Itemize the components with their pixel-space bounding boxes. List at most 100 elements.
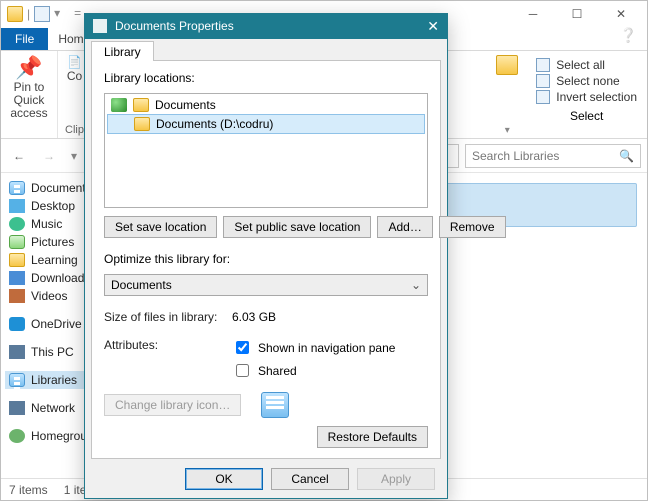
- checkbox-label: Shared: [258, 364, 297, 378]
- location-name: Documents (D:\codru): [156, 117, 273, 131]
- restore-defaults-button[interactable]: Restore Defaults: [317, 426, 428, 448]
- size-value: 6.03 GB: [232, 310, 276, 324]
- pin-label: Pin to Quick access: [9, 81, 49, 121]
- dialog-title: Documents Properties: [115, 19, 234, 33]
- properties-dialog: Documents Properties ✕ Library Library l…: [84, 13, 448, 499]
- help-icon[interactable]: ❔: [610, 21, 647, 50]
- back-button[interactable]: ←: [7, 144, 31, 168]
- library-big-icon: [261, 392, 289, 418]
- search-placeholder: Search Libraries: [472, 149, 559, 163]
- tab-library[interactable]: Library: [91, 41, 154, 61]
- group-label-clipboard: Clip: [65, 124, 84, 136]
- size-label: Size of files in library:: [104, 310, 226, 324]
- pictures-icon: [9, 235, 25, 249]
- select-none-label: Select none: [556, 74, 619, 88]
- app-icon: [7, 6, 23, 22]
- location-buttons: Set save location Set public save locati…: [104, 216, 428, 238]
- new-folder-button[interactable]: [496, 55, 518, 75]
- music-icon: [9, 217, 25, 231]
- change-library-icon-button: Change library icon…: [104, 394, 241, 416]
- tree-label: Desktop: [31, 199, 75, 213]
- folder-icon: [9, 253, 25, 267]
- tree-label: Pictures: [31, 235, 74, 249]
- select-all-label: Select all: [556, 58, 605, 72]
- copy-button[interactable]: 📄 Co: [67, 55, 82, 83]
- tree-label: OneDrive: [31, 317, 82, 331]
- pin-to-quick-access[interactable]: 📌 Pin to Quick access: [9, 55, 49, 121]
- homegroup-icon: [9, 429, 25, 443]
- add-button[interactable]: Add…: [377, 216, 432, 238]
- recent-dropdown[interactable]: ▾: [67, 144, 81, 168]
- libraries-icon: [9, 373, 25, 387]
- network-icon: [9, 401, 25, 415]
- dialog-titlebar: Documents Properties ✕: [85, 14, 447, 39]
- maximize-button[interactable]: ☐: [555, 1, 599, 27]
- downloads-icon: [9, 271, 25, 285]
- shared-checkbox[interactable]: Shared: [232, 361, 395, 380]
- chevron-down-icon[interactable]: ▾: [505, 125, 510, 136]
- save-icon[interactable]: [34, 6, 50, 22]
- dialog-close-button[interactable]: ✕: [427, 18, 439, 35]
- change-icon-row: Change library icon…: [104, 392, 428, 418]
- search-icon: 🔍: [619, 149, 634, 163]
- set-public-save-location-button[interactable]: Set public save location: [223, 216, 371, 238]
- optimize-combobox[interactable]: Documents ⌄: [104, 274, 428, 296]
- copy-label: Co: [67, 69, 82, 83]
- tree-label: Documents: [31, 181, 92, 195]
- tree-label: Libraries: [31, 373, 77, 387]
- remove-button[interactable]: Remove: [439, 216, 506, 238]
- overflow-icon[interactable]: ▾: [54, 6, 70, 22]
- set-save-location-button[interactable]: Set save location: [104, 216, 217, 238]
- tree-label: This PC: [31, 345, 74, 359]
- optimize-value: Documents: [111, 278, 172, 292]
- tree-label: Music: [31, 217, 62, 231]
- documents-icon: [9, 181, 25, 195]
- checkbox-label: Shown in navigation pane: [258, 341, 395, 355]
- select-all-icon: [536, 58, 550, 72]
- folder-icon: [133, 98, 149, 112]
- minimize-button[interactable]: ─: [511, 1, 555, 27]
- select-none[interactable]: Select none: [536, 73, 637, 89]
- attributes-row: Attributes: Shown in navigation pane Sha…: [104, 338, 428, 380]
- shown-in-nav-checkbox[interactable]: Shown in navigation pane: [232, 338, 395, 357]
- dialog-icon: [93, 19, 107, 33]
- cloud-icon: [9, 317, 25, 331]
- status-count: 7 items: [9, 483, 48, 497]
- pc-icon: [9, 345, 25, 359]
- quick-access-toolbar: | ▾ =: [5, 6, 90, 22]
- invert-icon: [536, 90, 550, 104]
- ribbon-group-pin: 📌 Pin to Quick access: [1, 51, 58, 138]
- ok-button[interactable]: OK: [185, 468, 263, 490]
- dialog-body: Library locations: Documents Documents (…: [91, 60, 441, 459]
- tree-label: Network: [31, 401, 75, 415]
- select-all[interactable]: Select all: [536, 57, 637, 73]
- attributes-checks: Shown in navigation pane Shared: [232, 338, 395, 380]
- checkbox-input[interactable]: [236, 341, 249, 354]
- location-name: Documents: [155, 98, 216, 112]
- chevron-down-icon: ⌄: [411, 278, 421, 292]
- divider: |: [27, 7, 30, 21]
- invert-label: Invert selection: [556, 90, 637, 104]
- group-label-select: Select: [536, 109, 637, 123]
- forward-button[interactable]: →: [37, 144, 61, 168]
- tab-file[interactable]: File: [1, 28, 48, 50]
- ribbon-group-select: Select all Select none Invert selection …: [526, 51, 647, 138]
- tree-label: Downloads: [31, 271, 90, 285]
- locations-list[interactable]: Documents Documents (D:\codru): [104, 93, 428, 208]
- videos-icon: [9, 289, 25, 303]
- tree-label: Learning: [31, 253, 78, 267]
- restore-row: Restore Defaults: [104, 426, 428, 448]
- dialog-tabs: Library: [85, 39, 447, 60]
- cancel-button[interactable]: Cancel: [271, 468, 349, 490]
- location-row[interactable]: Documents: [107, 96, 425, 114]
- location-row-selected[interactable]: Documents (D:\codru): [107, 114, 425, 134]
- search-input[interactable]: Search Libraries 🔍: [465, 144, 641, 168]
- ribbon-group-folder: ▾: [488, 51, 526, 138]
- select-none-icon: [536, 74, 550, 88]
- attributes-label: Attributes:: [104, 338, 226, 352]
- invert-selection[interactable]: Invert selection: [536, 89, 637, 105]
- checkbox-input[interactable]: [236, 364, 249, 377]
- size-row: Size of files in library: 6.03 GB: [104, 310, 428, 324]
- optimize-label: Optimize this library for:: [104, 252, 428, 266]
- system-folder-icon: [111, 98, 127, 112]
